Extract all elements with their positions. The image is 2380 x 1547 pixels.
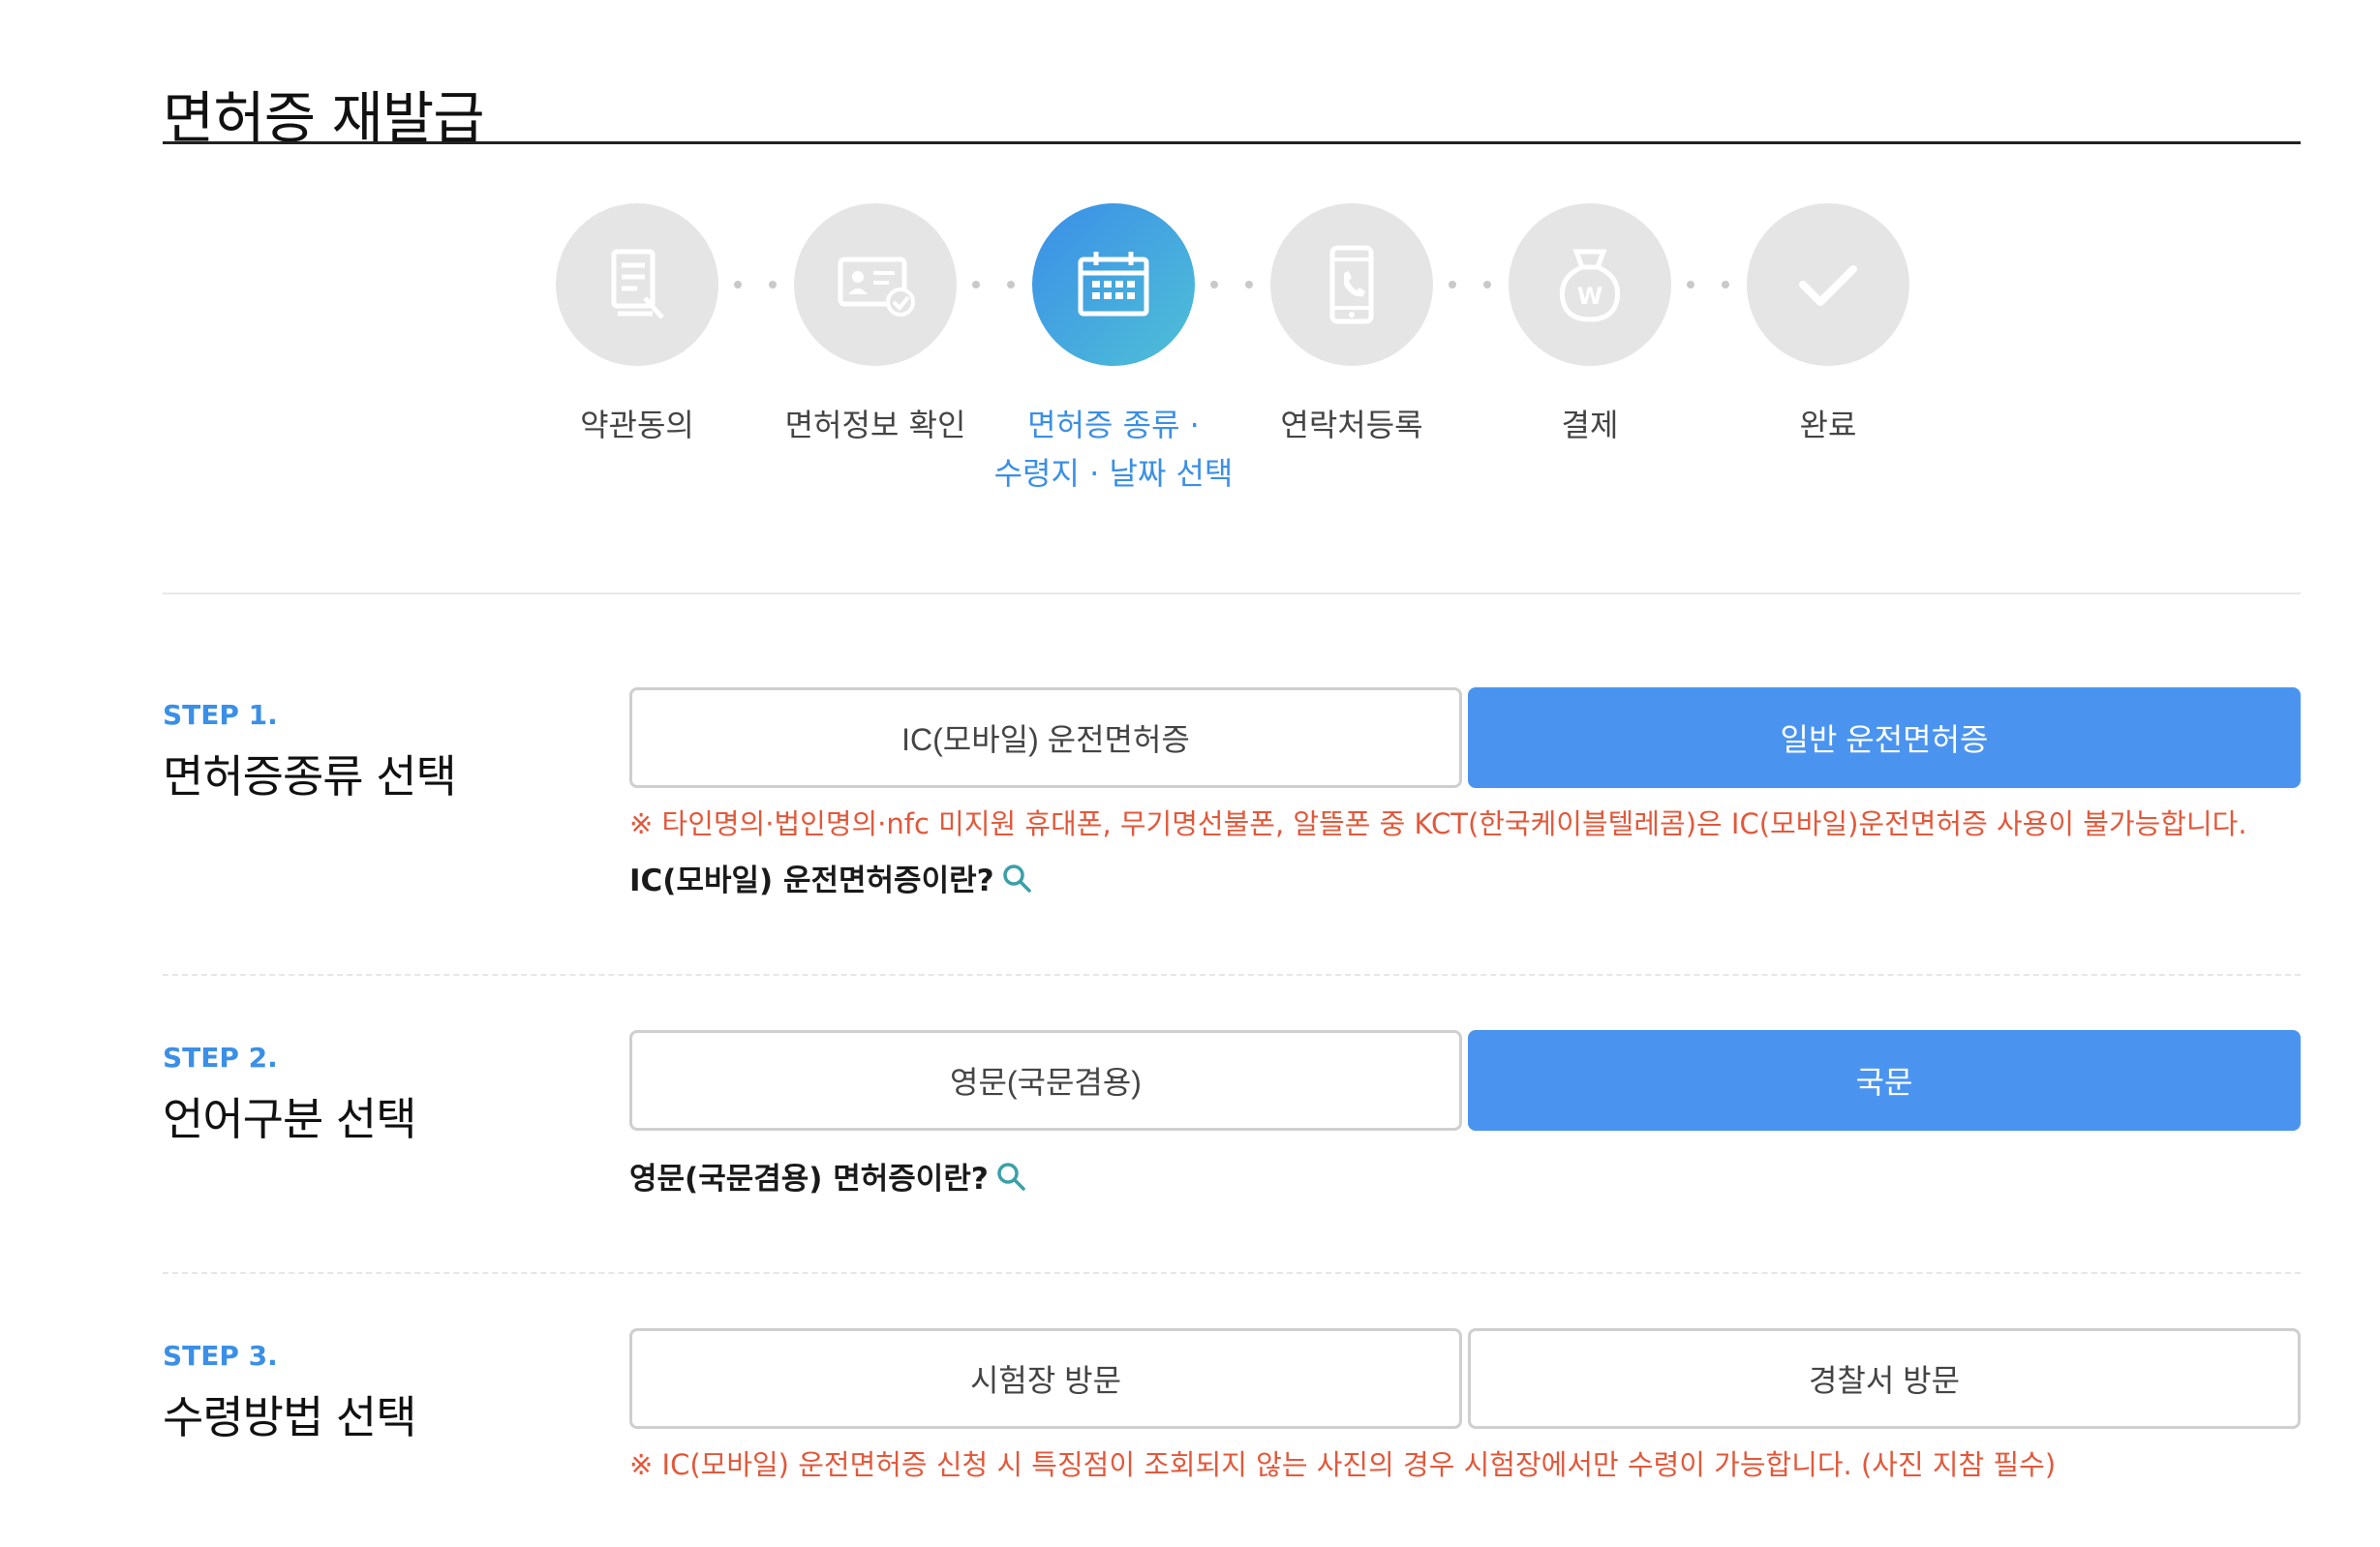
stepper-circle-license-info — [794, 203, 957, 366]
section-title: 언어구분 선택 — [163, 1093, 417, 1145]
stepper-label-terms: 약관동의 — [580, 407, 694, 443]
step-number-tag: STEP 2. — [163, 1042, 278, 1074]
section-divider — [163, 592, 2301, 594]
test-center-visit-option[interactable]: 시험장 방문 — [629, 1328, 1462, 1429]
id-card-check-icon — [838, 257, 915, 317]
section-divider — [163, 1272, 2301, 1274]
mobile-phone-icon — [1329, 245, 1374, 324]
svg-text:W: W — [1577, 283, 1602, 310]
stepper-circle-terms — [556, 203, 718, 366]
regular-license-option[interactable]: 일반 운전면허증 — [1468, 687, 2301, 788]
stepper-step-complete: 완료 — [1702, 203, 1954, 449]
calendar-icon — [1078, 252, 1149, 317]
stepper-step-terms: 약관동의 — [511, 203, 763, 449]
stepper-label-payment: 결제 — [1561, 407, 1619, 443]
stepper-step-license-info: 면허정보 확인 — [749, 203, 1001, 449]
stepper-step-type-place-date: 면허증 종류 · 수령지 · 날짜 선택 — [988, 203, 1239, 498]
section-divider — [163, 974, 2301, 976]
help-link-text: 영문(국문겸용) 면허증이란? — [629, 1162, 989, 1197]
stepper-circle-payment: W — [1509, 203, 1671, 366]
step-number-tag: STEP 1. — [163, 699, 278, 731]
checkmark-icon — [1799, 265, 1857, 306]
won-money-bag-icon: W — [1559, 249, 1621, 322]
section-title: 면허증종류 선택 — [163, 750, 457, 803]
photo-requirement-notice: ※ IC(모바일) 운전면허증 신청 시 특징점이 조회되지 않는 사진의 경우… — [629, 1448, 2057, 1481]
search-icon — [1002, 864, 1031, 893]
document-pen-icon — [611, 249, 664, 319]
stepper-step-contact: 연락처등록 — [1226, 203, 1478, 449]
progress-stepper: 약관동의 면허정보 확인 면허증 종류 · 수령지 · 날짜 선택 연락처등록 … — [163, 203, 2301, 503]
title-divider — [163, 141, 2301, 144]
stepper-circle-complete — [1747, 203, 1909, 366]
stepper-label-complete: 완료 — [1799, 407, 1857, 443]
stepper-label-contact: 연락처등록 — [1280, 407, 1423, 443]
ic-license-help-link[interactable]: IC(모바일) 운전면허증이란? — [629, 856, 1033, 899]
ic-restriction-notice: ※ 타인명의·법인명의·nfc 미지원 휴대폰, 무기명선불폰, 알뜰폰 중 K… — [629, 807, 2247, 840]
help-link-text: IC(모바일) 운전면허증이란? — [629, 864, 994, 898]
police-station-visit-option[interactable]: 경찰서 방문 — [1468, 1328, 2301, 1429]
stepper-step-payment: W 결제 — [1464, 203, 1716, 449]
korean-option[interactable]: 국문 — [1468, 1030, 2301, 1131]
step-number-tag: STEP 3. — [163, 1340, 278, 1372]
reissue-page: 면허증 재발급 약관동의 면허정보 확인 면허증 종류 · 수령지 · 날짜 선… — [163, 0, 2301, 1547]
search-icon — [997, 1162, 1025, 1191]
section-title: 수령방법 선택 — [163, 1391, 417, 1443]
stepper-circle-type-place-date — [1032, 203, 1195, 366]
stepper-label-license-info: 면허정보 확인 — [784, 407, 966, 443]
stepper-label-type-place-date: 면허증 종류 · 수령지 · 날짜 선택 — [993, 407, 1234, 492]
ic-mobile-license-option[interactable]: IC(모바일) 운전면허증 — [629, 687, 1462, 788]
english-license-help-link[interactable]: 영문(국문겸용) 면허증이란? — [629, 1154, 1027, 1198]
english-korean-option[interactable]: 영문(국문겸용) — [629, 1030, 1462, 1131]
stepper-circle-contact — [1270, 203, 1433, 366]
